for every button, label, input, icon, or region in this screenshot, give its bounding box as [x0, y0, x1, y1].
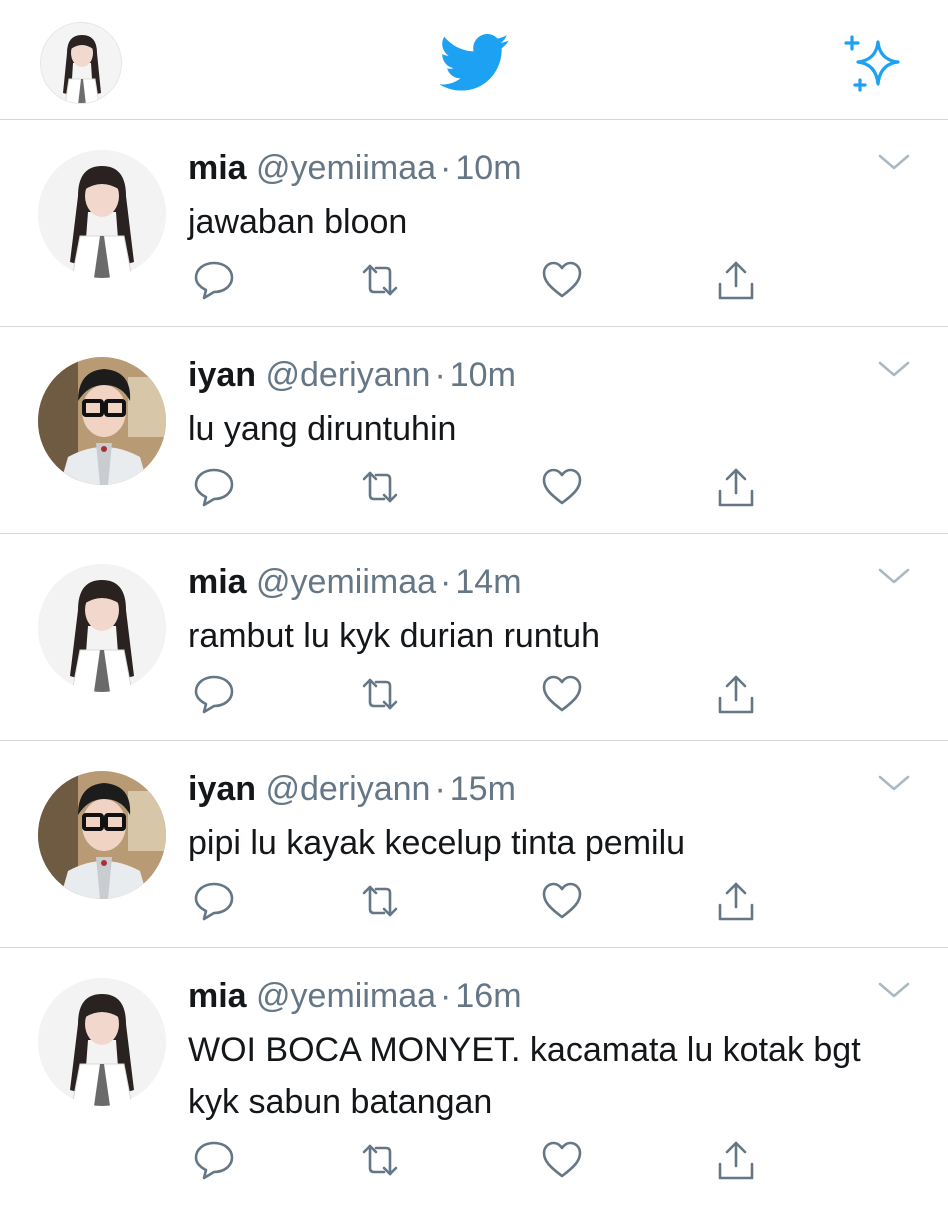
username[interactable]: @deriyann — [266, 770, 431, 808]
timestamp[interactable]: 10m — [450, 356, 516, 394]
retweet-icon[interactable] — [358, 1138, 402, 1182]
tweet-header: iyan @deriyann · 15m — [188, 769, 516, 809]
retweet-icon[interactable] — [358, 672, 402, 716]
avatar[interactable] — [38, 978, 166, 1106]
share-icon[interactable] — [714, 465, 758, 509]
tweet-text: WOI BOCA MONYET. kacamata lu kotak bgt k… — [188, 1031, 861, 1121]
tweet[interactable]: mia @yemiimaa · 16m WOI BOCA MONYET. kacam… — [0, 948, 948, 1208]
chevron-down-icon[interactable] — [876, 150, 912, 174]
share-icon[interactable] — [714, 258, 758, 302]
display-name[interactable]: mia — [188, 977, 247, 1015]
like-icon[interactable] — [540, 672, 584, 716]
reply-icon[interactable] — [192, 465, 236, 509]
separator-dot: · — [440, 977, 452, 1015]
tweet-header: mia @yemiimaa · 10m — [188, 148, 522, 188]
chevron-down-icon[interactable] — [876, 357, 912, 381]
timestamp[interactable]: 16m — [455, 977, 521, 1015]
username[interactable]: @yemiimaa — [256, 149, 436, 187]
like-icon[interactable] — [540, 465, 584, 509]
separator-dot: · — [440, 149, 452, 187]
tweet[interactable]: iyan @deriyann · 15m pipi lu kayak kecelup… — [0, 741, 948, 948]
tweet-text: pipi lu kayak kecelup tinta pemilu — [188, 824, 686, 862]
reply-icon[interactable] — [192, 879, 236, 923]
girl-avatar-illustration — [38, 978, 166, 1106]
tweet[interactable]: iyan @deriyann · 10m lu yang diruntuhin — [0, 327, 948, 534]
avatar[interactable] — [38, 564, 166, 692]
separator-dot: · — [434, 356, 446, 394]
timestamp[interactable]: 14m — [455, 563, 521, 601]
girl-avatar-illustration — [38, 564, 166, 692]
tweet-actions — [188, 465, 768, 509]
display-name[interactable]: mia — [188, 563, 247, 601]
display-name[interactable]: iyan — [188, 770, 256, 808]
tweet-feed: mia @yemiimaa · 10m jawaban bloon iyan @… — [0, 120, 948, 1208]
retweet-icon[interactable] — [358, 465, 402, 509]
display-name[interactable]: mia — [188, 149, 247, 187]
chevron-down-icon[interactable] — [876, 978, 912, 1002]
share-icon[interactable] — [714, 879, 758, 923]
top-tweets-sparkle-icon[interactable] — [840, 34, 904, 94]
tweet-header: iyan @deriyann · 10m — [188, 355, 516, 395]
tweet-actions — [188, 258, 768, 302]
reply-icon[interactable] — [192, 1138, 236, 1182]
like-icon[interactable] — [540, 879, 584, 923]
timestamp[interactable]: 15m — [450, 770, 516, 808]
username[interactable]: @deriyann — [266, 356, 431, 394]
girl-avatar-illustration — [38, 150, 166, 278]
twitter-bird-icon[interactable] — [440, 34, 510, 92]
chevron-down-icon[interactable] — [876, 771, 912, 795]
tweet-text: rambut lu kyk durian runtuh — [188, 617, 600, 655]
separator-dot: · — [434, 770, 446, 808]
avatar[interactable] — [38, 357, 166, 485]
tweet-header: mia @yemiimaa · 14m — [188, 562, 522, 602]
reply-icon[interactable] — [192, 258, 236, 302]
timestamp[interactable]: 10m — [455, 149, 521, 187]
tweet-text: jawaban bloon — [188, 203, 408, 241]
tweet-text: lu yang diruntuhin — [188, 410, 457, 448]
tweet[interactable]: mia @yemiimaa · 10m jawaban bloon — [0, 120, 948, 327]
girl-avatar-illustration — [41, 23, 121, 103]
boy-avatar-illustration — [38, 357, 166, 485]
chevron-down-icon[interactable] — [876, 564, 912, 588]
retweet-icon[interactable] — [358, 879, 402, 923]
avatar[interactable] — [38, 771, 166, 899]
tweet-header: mia @yemiimaa · 16m — [188, 976, 522, 1016]
tweet[interactable]: mia @yemiimaa · 14m rambut lu kyk durian r… — [0, 534, 948, 741]
like-icon[interactable] — [540, 258, 584, 302]
share-icon[interactable] — [714, 1138, 758, 1182]
profile-avatar[interactable] — [40, 22, 122, 104]
like-icon[interactable] — [540, 1138, 584, 1182]
reply-icon[interactable] — [192, 672, 236, 716]
tweet-actions — [188, 1138, 768, 1182]
display-name[interactable]: iyan — [188, 356, 256, 394]
retweet-icon[interactable] — [358, 258, 402, 302]
username[interactable]: @yemiimaa — [256, 563, 436, 601]
share-icon[interactable] — [714, 672, 758, 716]
tweet-actions — [188, 879, 768, 923]
separator-dot: · — [440, 563, 452, 601]
avatar[interactable] — [38, 150, 166, 278]
username[interactable]: @yemiimaa — [256, 977, 436, 1015]
boy-avatar-illustration — [38, 771, 166, 899]
top-bar — [0, 0, 948, 120]
tweet-actions — [188, 672, 768, 716]
